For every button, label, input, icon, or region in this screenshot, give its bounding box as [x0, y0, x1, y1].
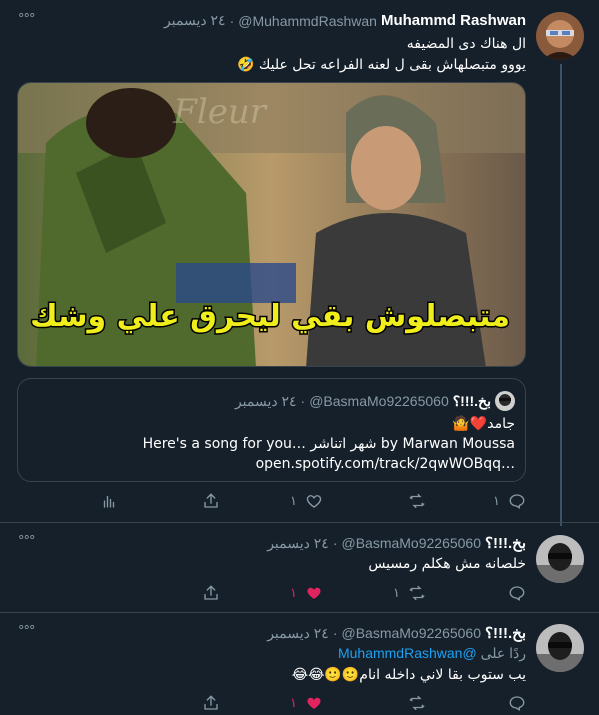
analytics-button[interactable]: [100, 491, 118, 511]
replying-to-label: ردًا على: [480, 645, 526, 661]
tweet-text-line: يب ستوب بقا لاني داخله انام🙂🙂😂😂: [291, 667, 526, 683]
retweet-count: ١: [393, 585, 400, 601]
retweet-button[interactable]: [400, 693, 426, 713]
reply-icon: [509, 696, 525, 711]
tweet[interactable]: بخ.!!!؟ @BasmaMo92265060 · ٢٤ ديسمبر °°°…: [0, 522, 599, 612]
reply-icon: [509, 494, 525, 509]
tweet-date[interactable]: ٢٤ ديسمبر: [164, 12, 226, 29]
quote-author-name: بخ.!!!؟: [452, 392, 491, 409]
tweet-header: Muhammd Rashwan @MuhammdRashwan · ٢٤ ديس…: [164, 12, 526, 29]
image-watermark: Fleur: [172, 92, 267, 132]
thread-line: [560, 64, 562, 526]
reply-button[interactable]: [500, 583, 526, 603]
share-icon: [204, 585, 218, 600]
reply-icon: [509, 586, 525, 601]
avatar[interactable]: [536, 535, 584, 583]
retweet-icon: [409, 695, 425, 711]
like-count: ١: [290, 585, 297, 601]
author-name[interactable]: بخ.!!!؟: [485, 534, 526, 552]
more-options-icon[interactable]: °°°: [18, 12, 35, 27]
bar-chart-icon: [103, 495, 115, 508]
author-handle[interactable]: @BasmaMo92265060: [341, 535, 481, 551]
tweet-header: بخ.!!!؟ @BasmaMo92265060 · ٢٤ ديسمبر: [267, 534, 526, 553]
quote-header: بخ.!!!؟ @BasmaMo92265060 · ٢٤ ديسمبر: [235, 391, 515, 411]
tweet-text-line: ال هناك دى المضيفه: [406, 36, 526, 52]
image-caption: متبصلوش بقي ليحرق علي وشك: [30, 299, 510, 334]
quote-text: جامد❤️🤷 by Marwan Moussa شهر اتناشر …Her…: [143, 414, 515, 474]
tweet-actions: ١ ١: [66, 491, 526, 511]
quote-date: ٢٤ ديسمبر: [234, 392, 297, 409]
quote-avatar: [495, 391, 515, 411]
like-count: ١: [290, 493, 297, 509]
separator: ·: [300, 393, 306, 409]
quote-link[interactable]: open.spotify.com/track/2qwWOBqq…: [143, 454, 515, 474]
retweet-button[interactable]: [400, 491, 426, 511]
heart-icon: [307, 697, 321, 709]
quote-author-handle: @BasmaMo92265060: [309, 393, 449, 409]
reply-button[interactable]: ١: [493, 491, 526, 511]
tweet-image[interactable]: Fleur متبصلوش بقي ليحرق علي وشك: [17, 82, 526, 367]
tweet-text-line: خلصانه مش هكلم رمسيس: [368, 556, 526, 572]
like-button[interactable]: ١: [290, 583, 323, 603]
share-button[interactable]: [202, 583, 220, 603]
mention-link[interactable]: @MuhammdRashwan: [338, 645, 477, 661]
author-handle[interactable]: @MuhammdRashwan: [238, 13, 377, 29]
retweet-icon: [409, 493, 425, 509]
quote-text-line: by Marwan Moussa شهر اتناشر …Here's a so…: [142, 436, 515, 452]
replying-to: ردًا على @MuhammdRashwan: [338, 645, 526, 662]
reply-count: ١: [493, 493, 500, 509]
tweet-text: خلصانه مش هكلم رمسيس: [368, 554, 526, 575]
tweet-actions: ١ ١: [66, 583, 526, 603]
retweet-icon: [409, 585, 425, 601]
tweet-date[interactable]: ٢٤ ديسمبر: [267, 535, 329, 552]
like-count: ١: [290, 695, 297, 711]
tweet[interactable]: بخ.!!!؟ @BasmaMo92265060 · ٢٤ ديسمبر °°°…: [0, 612, 599, 715]
share-button[interactable]: [202, 693, 220, 713]
separator: ·: [229, 12, 235, 29]
quoted-tweet[interactable]: بخ.!!!؟ @BasmaMo92265060 · ٢٤ ديسمبر جام…: [17, 378, 526, 482]
reply-button[interactable]: [500, 693, 526, 713]
avatar[interactable]: [536, 624, 584, 672]
author-handle[interactable]: @BasmaMo92265060: [341, 625, 481, 641]
tweet-text: ال هناك دى المضيفه يووو متبصلهاش بقى ل ل…: [237, 34, 526, 76]
avatar[interactable]: [536, 12, 584, 60]
tweet-text-line: يووو متبصلهاش بقى ل لعنه الفراعه تحل علي…: [236, 57, 526, 73]
quote-text-line: جامد❤️🤷: [452, 416, 515, 432]
tweet-text: يب ستوب بقا لاني داخله انام🙂🙂😂😂: [292, 665, 526, 686]
heart-icon: [307, 587, 321, 599]
share-button[interactable]: [202, 491, 220, 511]
share-icon: [204, 695, 218, 710]
author-name[interactable]: Muhammd Rashwan: [381, 12, 526, 29]
more-options-icon[interactable]: °°°: [18, 624, 35, 639]
tweet-header: بخ.!!!؟ @BasmaMo92265060 · ٢٤ ديسمبر: [267, 624, 526, 643]
like-button[interactable]: ١: [290, 693, 323, 713]
tweet[interactable]: Muhammd Rashwan @MuhammdRashwan · ٢٤ ديس…: [0, 0, 599, 526]
share-icon: [204, 493, 218, 508]
heart-icon: [306, 495, 322, 508]
tweet-actions: ١: [66, 693, 526, 713]
like-button[interactable]: ١: [290, 491, 323, 511]
more-options-icon[interactable]: °°°: [18, 534, 35, 549]
retweet-button[interactable]: ١: [393, 583, 426, 603]
tweet-date[interactable]: ٢٤ ديسمبر: [267, 625, 329, 642]
separator: ·: [332, 535, 338, 551]
separator: ·: [332, 625, 338, 641]
author-name[interactable]: بخ.!!!؟: [485, 624, 526, 642]
